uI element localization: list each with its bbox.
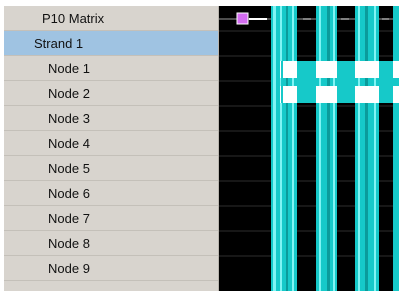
effect-stripe [286,6,288,291]
tree-row-node[interactable]: Node 1 [4,56,218,81]
effect-block[interactable] [393,6,399,291]
effect-stripe [333,6,335,291]
segment-gap [379,61,393,103]
tree-row-node[interactable]: Node 6 [4,181,218,206]
effect-stripe [358,6,360,291]
strand-label: Strand 1 [34,36,84,51]
effect-stripe [319,6,321,291]
effect-stripe [365,6,368,291]
segment-gap [337,61,355,103]
effect-stripe [273,6,276,291]
segment-gap [297,61,316,103]
tree-row-node[interactable]: Node 5 [4,156,218,181]
timeline-grid[interactable] [219,6,399,291]
node-label: Node 2 [48,86,90,101]
effect-columns [271,6,399,291]
node-label: Node 3 [48,111,90,126]
channel-tree: P10 Matrix Strand 1 Node 1 Node 2 Node 3… [4,6,219,291]
tree-row-node[interactable]: Node 2 [4,81,218,106]
tree-row-node[interactable]: Node 7 [4,206,218,231]
node-label: Node 7 [48,211,90,226]
effect-stripe [292,6,294,291]
playhead-marker-icon[interactable] [236,12,249,25]
node-label: Node 9 [48,261,90,276]
matrix-label: P10 Matrix [42,11,105,26]
node-label: Node 4 [48,136,90,151]
node-label: Node 8 [48,236,90,251]
effect-stripe [280,6,282,291]
tree-row-matrix[interactable]: P10 Matrix [4,6,218,31]
sequencer-window: P10 Matrix Strand 1 Node 1 Node 2 Node 3… [0,0,401,291]
tree-row-node[interactable]: Node 3 [4,106,218,131]
tree-row-node[interactable]: Node 9 [4,256,218,281]
tree-row-node[interactable]: Node 8 [4,231,218,256]
node-label: Node 1 [48,61,90,76]
segment-gap [276,61,280,103]
node-label: Node 6 [48,186,90,201]
effect-stripe [374,6,376,291]
tree-row-node[interactable]: Node 4 [4,131,218,156]
timeline-canvas [219,6,399,291]
segment-gap [281,61,283,103]
node-label: Node 5 [48,161,90,176]
effect-stripe [327,6,330,291]
tree-row-strand[interactable]: Strand 1 [4,31,218,56]
